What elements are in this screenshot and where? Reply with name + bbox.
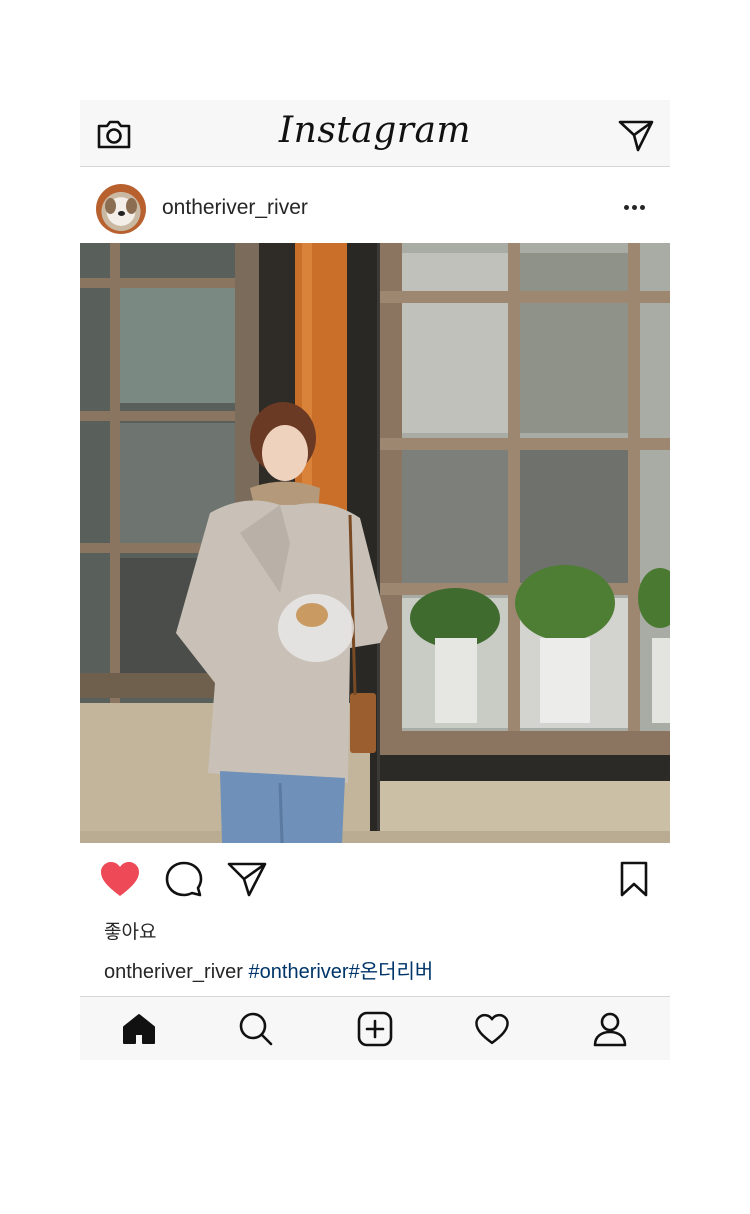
nav-add-post[interactable] bbox=[355, 1009, 395, 1049]
activity-heart-icon bbox=[475, 1013, 509, 1045]
nav-activity[interactable] bbox=[472, 1009, 512, 1049]
add-post-icon bbox=[357, 1011, 393, 1047]
profile-icon bbox=[593, 1012, 627, 1047]
bookmark-icon[interactable] bbox=[612, 859, 656, 899]
top-app-bar: Instagram bbox=[80, 100, 670, 167]
avatar[interactable] bbox=[96, 184, 146, 234]
comment-icon[interactable] bbox=[162, 859, 206, 899]
more-options-icon[interactable] bbox=[616, 193, 652, 221]
heart-filled-icon[interactable] bbox=[98, 859, 142, 899]
nav-search[interactable] bbox=[236, 1009, 276, 1049]
bottom-navigation bbox=[80, 996, 670, 1060]
post-photo[interactable] bbox=[80, 243, 670, 843]
nav-profile[interactable] bbox=[590, 1009, 630, 1049]
nav-home[interactable] bbox=[119, 1009, 159, 1049]
send-icon[interactable] bbox=[225, 859, 269, 899]
instagram-frame: Instagram ontheriver_river 좋아요 ontherive… bbox=[80, 100, 670, 1060]
caption-username[interactable]: ontheriver_river bbox=[104, 961, 243, 983]
home-icon bbox=[123, 1014, 155, 1044]
direct-message-icon[interactable] bbox=[618, 118, 654, 152]
search-icon bbox=[239, 1012, 273, 1046]
post-username[interactable]: ontheriver_river bbox=[162, 196, 308, 220]
app-logo: Instagram bbox=[278, 110, 472, 151]
post-actions bbox=[80, 843, 670, 915]
caption-hashtags[interactable]: #ontheriver#온더리버 bbox=[249, 961, 434, 983]
post-caption: ontheriver_river #ontheriver#온더리버 bbox=[104, 955, 433, 984]
likes-label[interactable]: 좋아요 bbox=[104, 917, 156, 944]
post-header: ontheriver_river bbox=[80, 167, 670, 243]
